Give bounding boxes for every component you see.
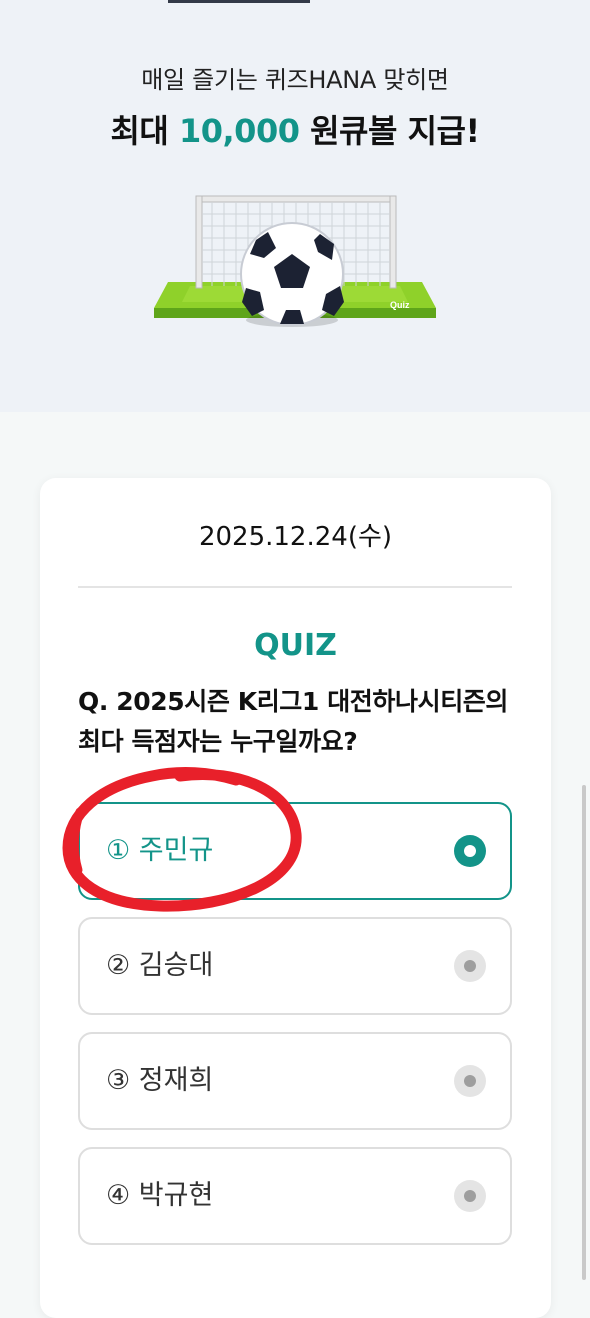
- tab-indicator: [168, 0, 310, 3]
- hero-banner: 매일 즐기는 퀴즈HANA 맞히면 최대 10,000 원큐볼 지급! Quiz: [0, 0, 590, 412]
- option-label: ③ 정재희: [106, 1065, 214, 1096]
- quiz-question: Q. 2025시즌 K리그1 대전하나시티즌의 최다 득점자는 누구일까요?: [78, 687, 509, 756]
- radio-icon[interactable]: [454, 950, 486, 982]
- scrollbar[interactable]: [582, 785, 586, 1280]
- radio-selected-icon[interactable]: [454, 835, 486, 867]
- quiz-option-4[interactable]: ④ 박규현: [78, 1147, 512, 1245]
- quiz-label: QUIZ: [254, 628, 337, 663]
- option-label: ② 김승대: [106, 950, 214, 981]
- hero-subtitle: 매일 즐기는 퀴즈HANA 맞히면: [141, 66, 449, 94]
- illustration-badge: Quiz: [390, 300, 410, 310]
- option-label: ④ 박규현: [106, 1180, 214, 1211]
- hero-title-suffix: 원큐볼 지급!: [299, 112, 480, 150]
- radio-icon[interactable]: [454, 1180, 486, 1212]
- quiz-option-2[interactable]: ② 김승대: [78, 917, 512, 1015]
- quiz-date: 2025.12.24(수): [198, 522, 393, 552]
- red-circle-annotation-icon: [62, 767, 302, 912]
- hero-title: 최대 10,000 원큐볼 지급!: [0, 106, 590, 152]
- divider: [78, 586, 512, 588]
- hero-title-amount: 10,000: [178, 112, 300, 150]
- soccer-goal-ball-icon: Quiz: [154, 195, 436, 327]
- quiz-option-3[interactable]: ③ 정재희: [78, 1032, 512, 1130]
- hero-title-prefix: 최대: [110, 112, 179, 150]
- radio-icon[interactable]: [454, 1065, 486, 1097]
